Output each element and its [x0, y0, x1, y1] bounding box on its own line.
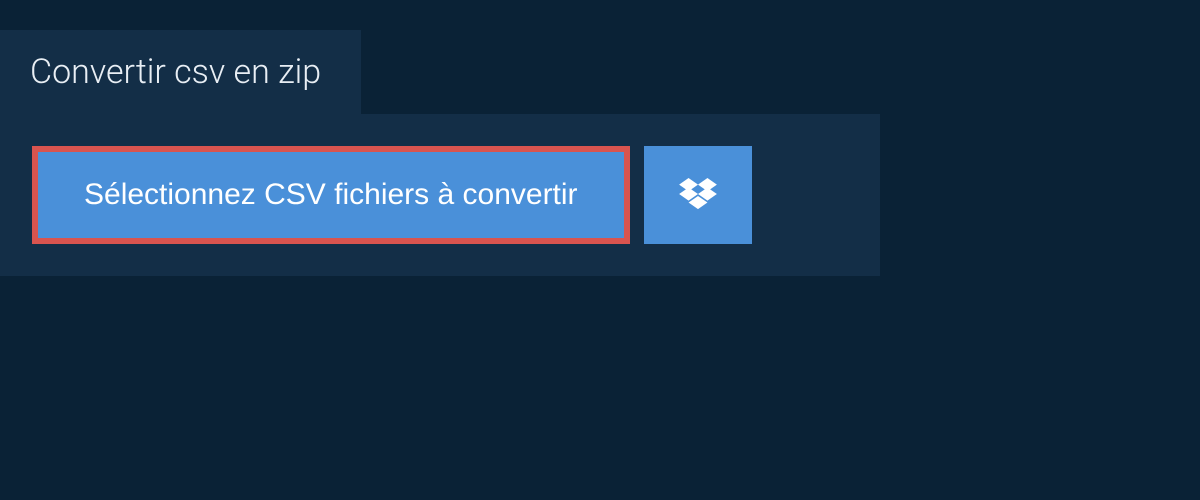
select-files-button[interactable]: Sélectionnez CSV fichiers à convertir: [38, 152, 624, 238]
upload-panel: Sélectionnez CSV fichiers à convertir: [0, 114, 880, 276]
dropbox-button[interactable]: [644, 146, 752, 244]
button-row: Sélectionnez CSV fichiers à convertir: [32, 146, 848, 244]
tab-header: Convertir csv en zip: [0, 30, 361, 114]
select-button-highlight: Sélectionnez CSV fichiers à convertir: [32, 146, 630, 244]
select-files-label: Sélectionnez CSV fichiers à convertir: [84, 178, 578, 212]
dropbox-icon: [679, 178, 717, 212]
tab-title: Convertir csv en zip: [30, 52, 321, 92]
